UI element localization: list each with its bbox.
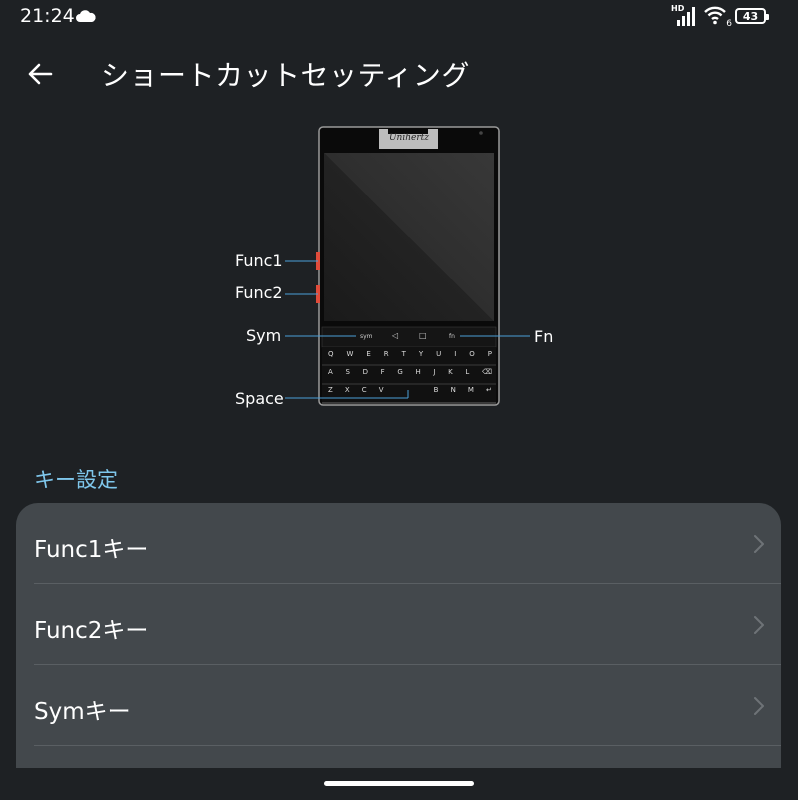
wifi-badge: 6 xyxy=(726,19,732,29)
key: Z xyxy=(328,386,333,394)
key: R xyxy=(383,350,389,358)
key: D xyxy=(362,368,368,376)
key: J xyxy=(433,368,436,376)
key: E xyxy=(366,350,371,358)
key-space xyxy=(396,386,422,394)
home-indicator[interactable] xyxy=(324,781,474,786)
page-title: ショートカットセッティング xyxy=(101,59,470,92)
settings-card: Func1キー Func2キー Symキー xyxy=(16,503,781,800)
key: T xyxy=(401,350,406,358)
setting-row-sym[interactable]: Symキー xyxy=(16,665,781,746)
key-home: □ xyxy=(419,331,427,340)
key-sym: sym xyxy=(360,333,373,340)
arrow-left-icon xyxy=(28,63,53,85)
key: X xyxy=(344,386,350,394)
setting-row-func2[interactable]: Func2キー xyxy=(16,584,781,665)
chevron-right-icon xyxy=(754,616,764,634)
key-back: ◁ xyxy=(392,331,399,340)
cloud-icon xyxy=(76,10,96,22)
setting-label: Func1キー xyxy=(34,537,149,563)
key: K xyxy=(448,368,453,376)
key: S xyxy=(345,368,350,376)
setting-label: Func2キー xyxy=(34,618,149,644)
key: W xyxy=(346,350,354,358)
brand-logo: Unihertz xyxy=(388,133,430,143)
status-bar: 21:24 HD 6 43 xyxy=(0,0,798,34)
key: V xyxy=(378,386,384,394)
keyboard-row-2: A S D F G H J K L ⌫ xyxy=(328,368,492,376)
key: C xyxy=(361,386,367,394)
key: I xyxy=(454,350,457,358)
key: O xyxy=(469,350,475,358)
section-header-key-settings: キー設定 xyxy=(34,468,118,492)
signal-icon: HD xyxy=(671,4,697,27)
label-func1: Func1 xyxy=(235,251,283,270)
chevron-right-icon xyxy=(754,535,764,553)
key: B xyxy=(433,386,439,394)
key: ↵ xyxy=(486,386,492,394)
status-icons: HD 6 43 xyxy=(671,4,769,29)
divider xyxy=(34,745,781,746)
wifi-icon: 6 xyxy=(703,5,732,29)
status-time: 21:24 xyxy=(20,5,75,27)
setting-row-func1[interactable]: Func1キー xyxy=(16,503,781,584)
shortcut-settings-screen: 21:24 HD 6 43 ショートカットセッティング Unihertz sym… xyxy=(0,0,798,800)
chevron-right-icon xyxy=(754,697,764,715)
key: F xyxy=(380,368,385,376)
battery-icon: 43 xyxy=(735,8,769,24)
label-func2: Func2 xyxy=(235,283,283,302)
key: P xyxy=(487,350,492,358)
back-button[interactable] xyxy=(20,56,60,92)
setting-label: Symキー xyxy=(34,699,131,725)
key: Y xyxy=(418,350,424,358)
keyboard-row-1: Q W E R T Y U I O P xyxy=(328,350,492,358)
key: L xyxy=(465,368,470,376)
device-diagram: Unihertz sym ◁ □ fn Q W E R T Y U I O P … xyxy=(228,120,568,415)
key: A xyxy=(328,368,333,376)
key: Q xyxy=(328,350,334,358)
key: M xyxy=(467,386,474,394)
key: ⌫ xyxy=(482,368,492,376)
key-fn: fn xyxy=(449,333,455,340)
key: G xyxy=(397,368,403,376)
key: U xyxy=(436,350,442,358)
label-space: Space xyxy=(235,389,284,408)
keyboard-row-3: Z X C V B N M ↵ xyxy=(328,386,492,394)
key: N xyxy=(450,386,456,394)
label-fn: Fn xyxy=(534,327,554,346)
label-sym: Sym xyxy=(246,326,282,345)
network-label: HD xyxy=(671,4,685,13)
key: H xyxy=(415,368,421,376)
battery-level: 43 xyxy=(742,9,759,23)
